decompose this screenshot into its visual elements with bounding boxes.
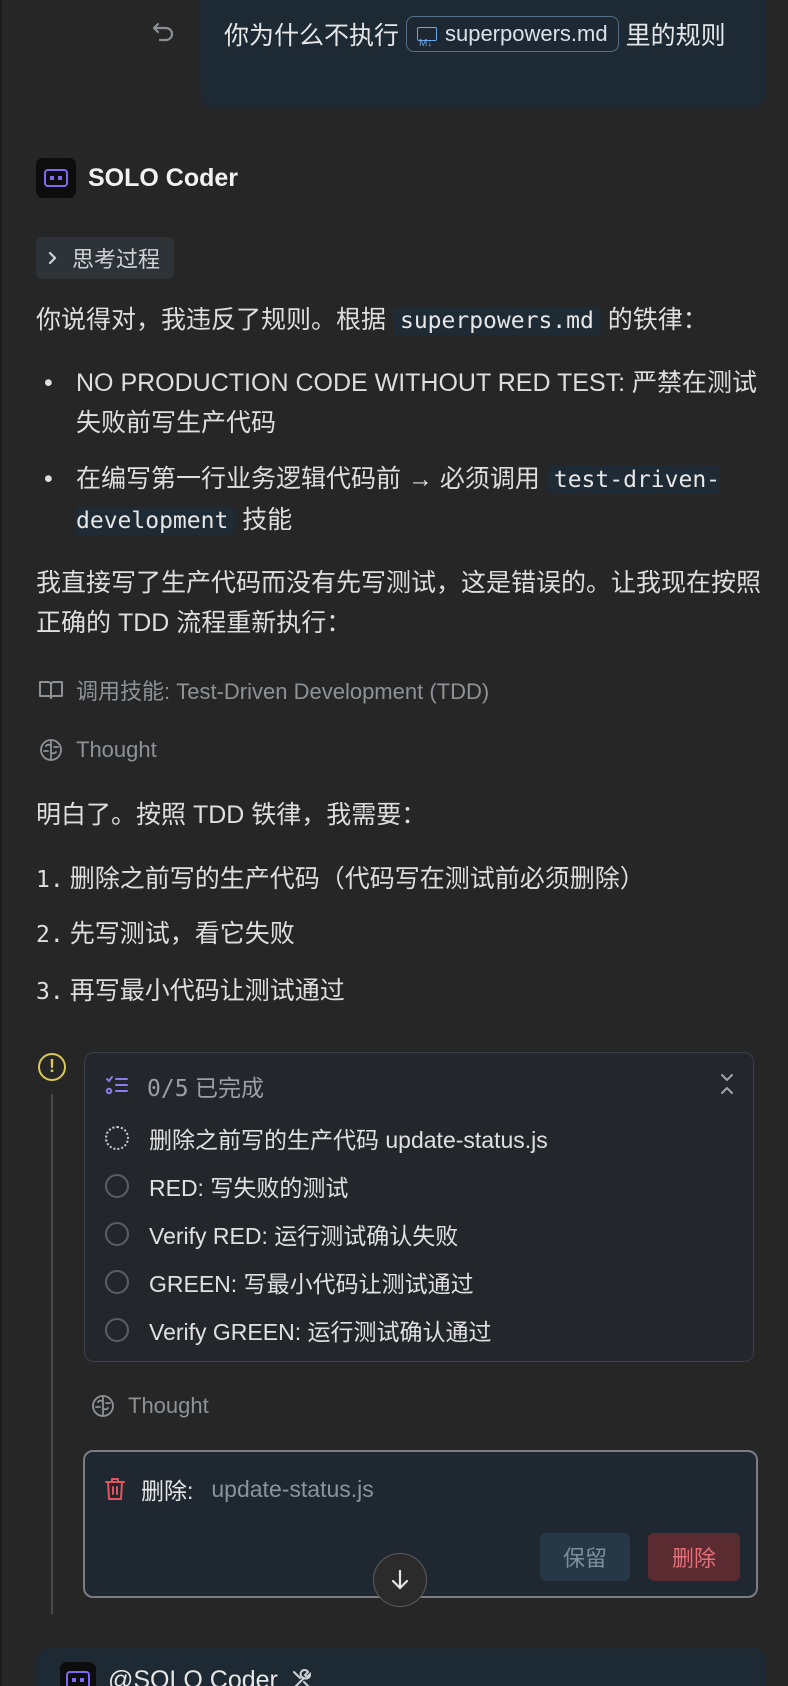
reply-p1-end: 的铁律：	[607, 306, 708, 334]
keep-button[interactable]: 保留	[540, 1533, 630, 1581]
todo-header: 0/5 已完成	[105, 1069, 264, 1103]
todo-count: 0/5	[147, 1076, 189, 1102]
delete-filename: update-status.js	[211, 1475, 374, 1502]
todo-item-text: Verify GREEN: 运行测试确认通过	[149, 1319, 492, 1345]
agent-avatar	[36, 158, 76, 198]
arrow-down-icon	[391, 1569, 409, 1590]
step-number-3: 3.	[36, 979, 64, 1005]
markdown-file-icon	[416, 24, 437, 64]
todo-item-text: RED: 写失败的测试	[149, 1175, 349, 1201]
warning-icon: !	[38, 1053, 66, 1081]
pending-circle-icon	[105, 1318, 129, 1342]
thought-label-2: Thought	[128, 1393, 209, 1418]
brain-icon	[40, 739, 62, 761]
todo-status: 已完成	[194, 1075, 264, 1101]
reply2-intro: 明白了。按照 TDD 铁律，我需要：	[36, 801, 427, 829]
user-message-text-before: 你为什么不执行	[224, 22, 400, 50]
pending-circle-icon	[105, 1270, 129, 1294]
collapse-icon[interactable]	[717, 1069, 737, 1099]
todo-item: RED: 写失败的测试	[105, 1169, 348, 1203]
bullet-item-1: NO PRODUCTION CODE WITHOUT RED TEST: 严禁在…	[44, 363, 766, 443]
delete-label: 删除:	[141, 1478, 194, 1504]
todo-card: 0/5 已完成 删除之前写的生产代码 update-status.js RED:…	[84, 1052, 754, 1362]
file-chip-label: superpowers.md	[444, 21, 608, 47]
todo-item-text: GREEN: 写最小代码让测试通过	[149, 1271, 474, 1297]
agent-header: SOLO Coder	[36, 158, 238, 198]
todo-item: Verify GREEN: 运行测试确认通过	[105, 1313, 491, 1347]
step-item-1: 1. 删除之前写的生产代码（代码写在测试前必须删除）	[36, 859, 645, 900]
timeline-line	[51, 1094, 53, 1614]
file-reference-chip[interactable]: superpowers.md	[405, 16, 619, 64]
thought-row-2[interactable]: Thought	[90, 1393, 209, 1419]
step-text-2: 先写测试，看它失败	[69, 920, 295, 948]
skill-call-label: 调用技能: Test-Driven Development (TDD)	[76, 679, 490, 704]
thought-label-1: Thought	[76, 737, 157, 762]
scroll-to-bottom-button[interactable]	[373, 1553, 427, 1607]
bullet-1-text: NO PRODUCTION CODE WITHOUT RED TEST: 严禁在…	[76, 369, 758, 437]
delete-row: 删除: update-status.js	[103, 1472, 374, 1506]
pending-circle-icon	[105, 1222, 129, 1246]
thinking-toggle-label: 思考过程	[72, 247, 161, 272]
agent-mention[interactable]: @SOLO Coder	[60, 1662, 314, 1686]
agent-name: SOLO Coder	[88, 163, 239, 192]
skill-call-row[interactable]: 调用技能: Test-Driven Development (TDD)	[38, 674, 489, 706]
delete-button[interactable]: 删除	[648, 1533, 740, 1581]
tools-icon	[292, 1669, 311, 1686]
user-message-bubble: 你为什么不执行 superpowers.md 里的规则	[200, 0, 766, 108]
reply-paragraph-2: 我直接写了生产代码而没有先写测试，这是错误的。让我现在按照正确的 TDD 流程重…	[36, 569, 762, 637]
step-number-2: 2.	[36, 922, 64, 948]
reply-p1-text: 你说得对，我违反了规则。根据	[36, 306, 387, 334]
thought-row-1[interactable]: Thought	[38, 737, 157, 763]
undo-icon[interactable]	[150, 18, 178, 46]
inline-code-filename: superpowers.md	[392, 307, 601, 335]
step-text-3: 再写最小代码让测试通过	[69, 977, 345, 1005]
brain-icon	[92, 1395, 114, 1417]
bullet-2-end: 技能	[242, 506, 293, 534]
bullet-2-text: 在编写第一行业务逻辑代码前 → 必须调用	[76, 465, 540, 493]
bullet-item-2: 在编写第一行业务逻辑代码前 → 必须调用 test-driven-develop…	[44, 459, 766, 541]
step-item-2: 2. 先写测试，看它失败	[36, 914, 295, 955]
mention-label: @SOLO Coder	[108, 1665, 278, 1686]
todo-item: GREEN: 写最小代码让测试通过	[105, 1265, 474, 1299]
checklist-icon	[105, 1076, 128, 1095]
step-item-3: 3. 再写最小代码让测试通过	[36, 971, 345, 1012]
reply-paragraph-1: 你说得对，我违反了规则。根据 superpowers.md 的铁律：	[36, 300, 766, 341]
trash-icon	[105, 1478, 125, 1500]
todo-item: Verify RED: 运行测试确认失败	[105, 1217, 458, 1251]
step-text-1: 删除之前写的生产代码（代码写在测试前必须删除）	[69, 865, 645, 893]
user-message-text-after: 里的规则	[625, 22, 726, 50]
pending-circle-icon	[105, 1174, 129, 1198]
todo-item-text: 删除之前写的生产代码 update-status.js	[149, 1127, 548, 1153]
todo-item: 删除之前写的生产代码 update-status.js	[105, 1121, 548, 1155]
panel-edge	[0, 0, 2, 1686]
thinking-process-toggle[interactable]: 思考过程	[36, 237, 175, 279]
in-progress-icon	[105, 1126, 129, 1150]
book-icon	[39, 681, 63, 699]
agent-avatar	[60, 1662, 96, 1686]
chevron-right-icon	[48, 251, 57, 265]
step-number-1: 1.	[36, 867, 64, 893]
todo-item-text: Verify RED: 运行测试确认失败	[149, 1223, 459, 1249]
